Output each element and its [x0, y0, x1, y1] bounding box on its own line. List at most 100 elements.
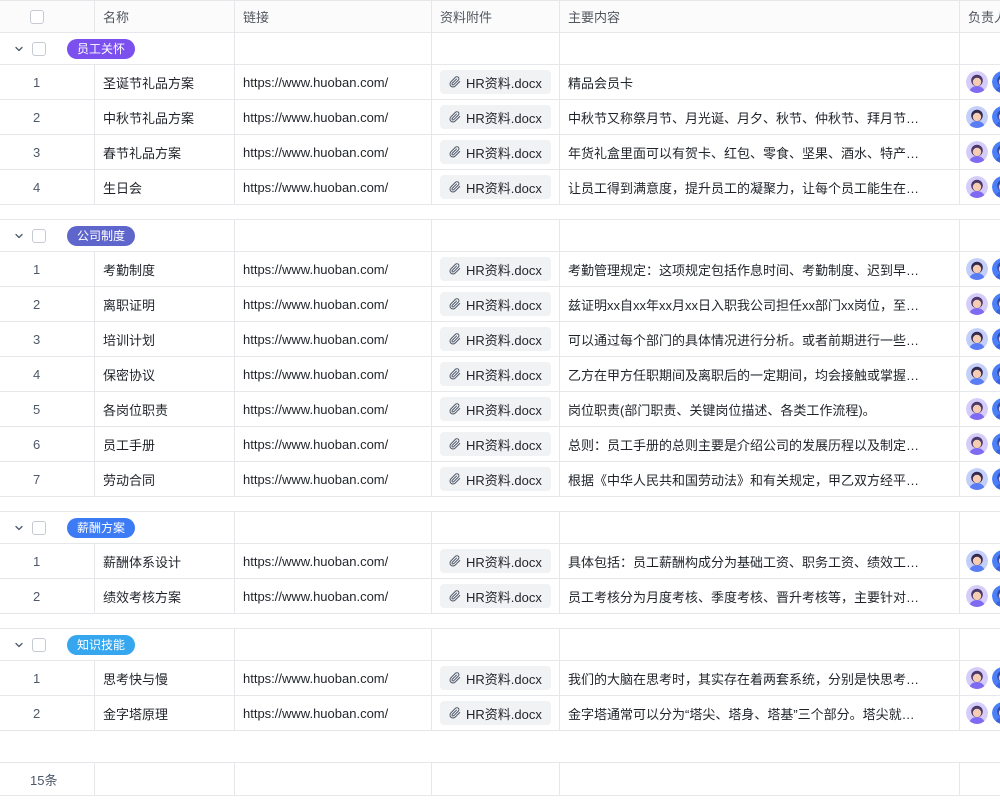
header-name: 名称: [95, 1, 235, 32]
table-row[interactable]: 5各岗位职责https://www.huoban.com/HR资料.docx岗位…: [0, 392, 1000, 427]
attachment-pill[interactable]: HR资料.docx: [440, 467, 551, 491]
table-row[interactable]: 1思考快与慢https://www.huoban.com/HR资料.docx我们…: [0, 661, 1000, 696]
table-header: 名称 链接 资料附件 主要内容 负责人: [0, 0, 1000, 33]
table-row[interactable]: 2中秋节礼品方案https://www.huoban.com/HR资料.docx…: [0, 100, 1000, 135]
attachment-pill[interactable]: HR资料.docx: [440, 584, 551, 608]
group-checkbox[interactable]: [32, 229, 46, 243]
group-header-row: 员工关怀: [0, 33, 1000, 65]
group-empty-cell: [960, 33, 1000, 64]
link-cell[interactable]: https://www.huoban.com/: [235, 287, 432, 321]
attachment-cell: HR资料.docx: [432, 252, 560, 286]
paperclip-icon: [449, 555, 461, 567]
table-row[interactable]: 1圣诞节礼品方案https://www.huoban.com/HR资料.docx…: [0, 65, 1000, 100]
link-cell[interactable]: https://www.huoban.com/: [235, 392, 432, 426]
attachment-cell: HR资料.docx: [432, 135, 560, 169]
link-cell[interactable]: https://www.huoban.com/: [235, 65, 432, 99]
avatar: [992, 468, 1000, 490]
attachment-pill[interactable]: HR资料.docx: [440, 175, 551, 199]
attachment-pill[interactable]: HR资料.docx: [440, 257, 551, 281]
attachment-cell: HR资料.docx: [432, 427, 560, 461]
avatar: [992, 176, 1000, 198]
empty-area: [0, 731, 1000, 762]
attachment-pill[interactable]: HR资料.docx: [440, 70, 551, 94]
avatar: [966, 398, 988, 420]
attachment-filename: HR资料.docx: [466, 143, 542, 162]
attachment-cell: HR资料.docx: [432, 357, 560, 391]
link-cell[interactable]: https://www.huoban.com/: [235, 661, 432, 695]
group-empty-cell: [560, 220, 960, 251]
attachment-filename: HR资料.docx: [466, 295, 542, 314]
row-index: 4: [0, 170, 95, 204]
table-row[interactable]: 6员工手册https://www.huoban.com/HR资料.docx总则：…: [0, 427, 1000, 462]
chevron-down-icon[interactable]: [12, 43, 26, 55]
attachment-pill[interactable]: HR资料.docx: [440, 105, 551, 129]
content-cell: 具体包括：员工薪酬构成分为基础工资、职务工资、绩效工…: [560, 544, 960, 578]
group-checkbox[interactable]: [32, 638, 46, 652]
attachment-pill[interactable]: HR资料.docx: [440, 292, 551, 316]
table-row[interactable]: 1薪酬体系设计https://www.huoban.com/HR资料.docx具…: [0, 544, 1000, 579]
header-select-cell: [0, 1, 95, 32]
group-checkbox[interactable]: [32, 521, 46, 535]
attachment-filename: HR资料.docx: [466, 587, 542, 606]
link-cell[interactable]: https://www.huoban.com/: [235, 579, 432, 613]
attachment-pill[interactable]: HR资料.docx: [440, 432, 551, 456]
attachment-cell: HR资料.docx: [432, 392, 560, 426]
link-cell[interactable]: https://www.huoban.com/: [235, 357, 432, 391]
attachment-pill[interactable]: HR资料.docx: [440, 140, 551, 164]
link-cell[interactable]: https://www.huoban.com/: [235, 252, 432, 286]
content-cell: 岗位职责(部门职责、关键岗位描述、各类工作流程)。: [560, 392, 960, 426]
group-checkbox[interactable]: [32, 42, 46, 56]
row-index: 2: [0, 579, 95, 613]
attachment-pill[interactable]: HR资料.docx: [440, 397, 551, 421]
records-table: 名称 链接 资料附件 主要内容 负责人 员工关怀1圣诞节礼品方案https://…: [0, 0, 1000, 800]
paperclip-icon: [449, 111, 461, 123]
table-row[interactable]: 2金字塔原理https://www.huoban.com/HR资料.docx金字…: [0, 696, 1000, 731]
attachment-cell: HR资料.docx: [432, 696, 560, 730]
attachment-filename: HR资料.docx: [466, 704, 542, 723]
table-row[interactable]: 7劳动合同https://www.huoban.com/HR资料.docx根据《…: [0, 462, 1000, 497]
select-all-checkbox[interactable]: [30, 10, 44, 24]
table-row[interactable]: 3培训计划https://www.huoban.com/HR资料.docx可以通…: [0, 322, 1000, 357]
attachment-pill[interactable]: HR资料.docx: [440, 327, 551, 351]
attachment-pill[interactable]: HR资料.docx: [440, 701, 551, 725]
table-row[interactable]: 3春节礼品方案https://www.huoban.com/HR资料.docx年…: [0, 135, 1000, 170]
link-cell[interactable]: https://www.huoban.com/: [235, 696, 432, 730]
link-cell[interactable]: https://www.huoban.com/: [235, 135, 432, 169]
name-cell: 思考快与慢: [95, 661, 235, 695]
header-link: 链接: [235, 1, 432, 32]
attachment-cell: HR资料.docx: [432, 170, 560, 204]
owner-cell: [960, 544, 1000, 578]
group-empty-cell: [432, 220, 560, 251]
link-cell[interactable]: https://www.huoban.com/: [235, 322, 432, 356]
table-row[interactable]: 2绩效考核方案https://www.huoban.com/HR资料.docx员…: [0, 579, 1000, 614]
row-index: 2: [0, 696, 95, 730]
link-cell[interactable]: https://www.huoban.com/: [235, 427, 432, 461]
footer-cell: [95, 763, 235, 795]
attachment-cell: HR资料.docx: [432, 287, 560, 321]
table-row[interactable]: 4保密协议https://www.huoban.com/HR资料.docx乙方在…: [0, 357, 1000, 392]
link-cell[interactable]: https://www.huoban.com/: [235, 170, 432, 204]
table-body: 员工关怀1圣诞节礼品方案https://www.huoban.com/HR资料.…: [0, 33, 1000, 731]
attachment-pill[interactable]: HR资料.docx: [440, 362, 551, 386]
avatar: [992, 363, 1000, 385]
attachment-filename: HR资料.docx: [466, 178, 542, 197]
table-row[interactable]: 4生日会https://www.huoban.com/HR资料.docx让员工得…: [0, 170, 1000, 205]
table-row[interactable]: 2离职证明https://www.huoban.com/HR资料.docx兹证明…: [0, 287, 1000, 322]
attachment-pill[interactable]: HR资料.docx: [440, 549, 551, 573]
chevron-down-icon[interactable]: [12, 639, 26, 651]
link-cell[interactable]: https://www.huoban.com/: [235, 462, 432, 496]
table-row[interactable]: 1考勤制度https://www.huoban.com/HR资料.docx考勤管…: [0, 252, 1000, 287]
row-index: 1: [0, 252, 95, 286]
group-empty-cell: [960, 629, 1000, 660]
chevron-down-icon[interactable]: [12, 230, 26, 242]
group-empty-cell: [235, 512, 432, 543]
attachment-pill[interactable]: HR资料.docx: [440, 666, 551, 690]
attachment-filename: HR资料.docx: [466, 260, 542, 279]
link-cell[interactable]: https://www.huoban.com/: [235, 544, 432, 578]
link-cell[interactable]: https://www.huoban.com/: [235, 100, 432, 134]
avatar: [992, 550, 1000, 572]
chevron-down-icon[interactable]: [12, 522, 26, 534]
group-gap: [0, 497, 1000, 512]
group-empty-cell: [432, 629, 560, 660]
group-title-cell: 知识技能: [0, 629, 235, 660]
